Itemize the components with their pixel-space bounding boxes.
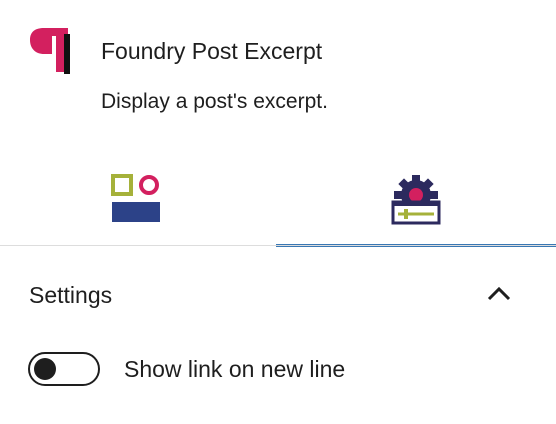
block-title: Foundry Post Excerpt bbox=[101, 38, 323, 64]
block-card: Foundry Post Excerpt Display a post's ex… bbox=[0, 0, 556, 150]
inspector-tabs bbox=[0, 150, 556, 247]
show-link-toggle-label[interactable]: Show link on new line bbox=[124, 355, 345, 383]
tab-settings[interactable] bbox=[276, 150, 556, 247]
paragraph-pilcrow-icon bbox=[28, 26, 76, 76]
block-description: Display a post's excerpt. bbox=[101, 90, 328, 113]
gear-sliders-icon bbox=[390, 174, 442, 226]
settings-title: Settings bbox=[29, 282, 113, 308]
chevron-up-icon bbox=[486, 284, 512, 302]
block-inspector-panel: Foundry Post Excerpt Display a post's ex… bbox=[0, 0, 556, 424]
shapes-icon bbox=[111, 174, 161, 224]
show-link-toggle[interactable] bbox=[28, 352, 100, 386]
settings-section: Settings Show link on new line bbox=[0, 246, 556, 424]
toggle-knob bbox=[34, 358, 56, 380]
show-link-toggle-row: Show link on new line bbox=[0, 346, 556, 394]
settings-section-toggle[interactable]: Settings bbox=[0, 246, 556, 342]
tab-styles[interactable] bbox=[0, 150, 276, 246]
